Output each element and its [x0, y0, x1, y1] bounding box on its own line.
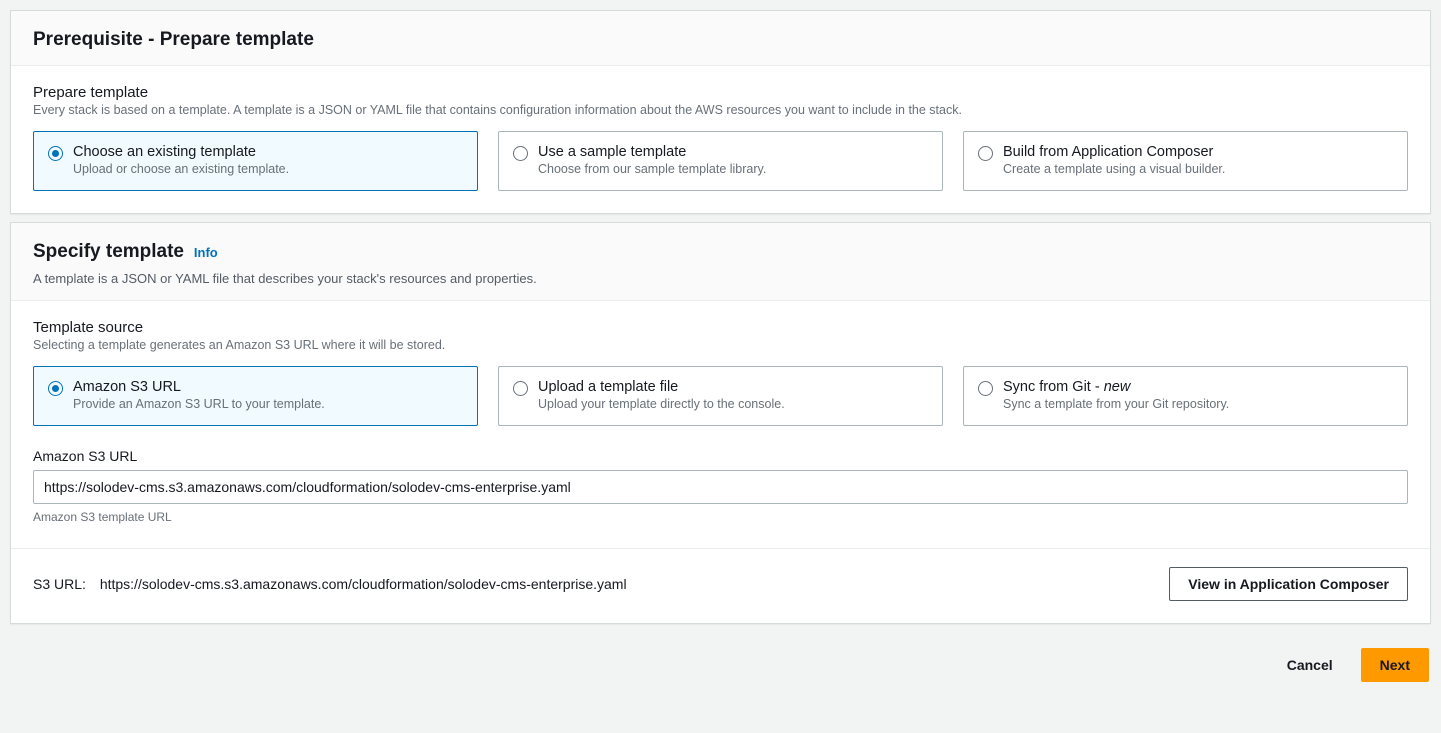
view-in-composer-button[interactable]: View in Application Composer: [1169, 567, 1408, 601]
panel-header: Specify template Info A template is a JS…: [11, 223, 1430, 301]
info-link[interactable]: Info: [194, 245, 218, 260]
s3-url-hint: Amazon S3 template URL: [33, 510, 1408, 524]
option-s3-url[interactable]: Amazon S3 URL Provide an Amazon S3 URL t…: [33, 366, 478, 426]
option-sub: Create a template using a visual builder…: [1003, 162, 1225, 176]
radio-icon: [978, 381, 993, 396]
radio-icon: [513, 381, 528, 396]
wizard-footer: Cancel Next: [2, 632, 1439, 694]
cancel-button[interactable]: Cancel: [1269, 648, 1351, 682]
prepare-template-desc: Every stack is based on a template. A te…: [33, 103, 1408, 117]
prepare-template-label: Prepare template: [33, 84, 1408, 101]
option-sub: Upload your template directly to the con…: [538, 397, 785, 411]
option-title: Use a sample template: [538, 144, 766, 160]
prerequisite-panel: Prerequisite - Prepare template Prepare …: [10, 10, 1431, 214]
panel-title: Specify template: [33, 241, 184, 262]
s3-url-field-label: Amazon S3 URL: [33, 448, 1408, 464]
s3-url-input[interactable]: [33, 470, 1408, 504]
radio-icon: [513, 146, 528, 161]
option-sub: Upload or choose an existing template.: [73, 162, 289, 176]
panel-title: Prerequisite - Prepare template: [33, 29, 314, 50]
radio-icon: [978, 146, 993, 161]
s3-label: S3 URL:: [33, 576, 86, 592]
specify-template-panel: Specify template Info A template is a JS…: [10, 222, 1431, 624]
option-title: Choose an existing template: [73, 144, 289, 160]
next-button[interactable]: Next: [1361, 648, 1429, 682]
s3-url-value: https://solodev-cms.s3.amazonaws.com/clo…: [100, 576, 627, 592]
panel-body: Template source Selecting a template gen…: [11, 301, 1430, 623]
divider: [11, 548, 1430, 549]
panel-header: Prerequisite - Prepare template: [11, 11, 1430, 66]
s3-url-field-block: Amazon S3 URL Amazon S3 template URL: [33, 448, 1408, 524]
option-sample-template[interactable]: Use a sample template Choose from our sa…: [498, 131, 943, 191]
option-sub: Sync a template from your Git repository…: [1003, 397, 1229, 411]
option-title: Build from Application Composer: [1003, 144, 1225, 160]
prepare-template-options: Choose an existing template Upload or ch…: [33, 131, 1408, 191]
option-title: Sync from Git - new: [1003, 379, 1229, 395]
panel-subtext: A template is a JSON or YAML file that d…: [33, 271, 1408, 286]
radio-icon: [48, 381, 63, 396]
option-sub: Choose from our sample template library.: [538, 162, 766, 176]
s3-summary-row: S3 URL: https://solodev-cms.s3.amazonaws…: [33, 567, 1408, 601]
option-upload-file[interactable]: Upload a template file Upload your templ…: [498, 366, 943, 426]
radio-icon: [48, 146, 63, 161]
option-title: Upload a template file: [538, 379, 785, 395]
option-application-composer[interactable]: Build from Application Composer Create a…: [963, 131, 1408, 191]
template-source-options: Amazon S3 URL Provide an Amazon S3 URL t…: [33, 366, 1408, 426]
template-source-label: Template source: [33, 319, 1408, 336]
panel-body: Prepare template Every stack is based on…: [11, 66, 1430, 213]
s3-summary-text: S3 URL: https://solodev-cms.s3.amazonaws…: [33, 576, 627, 592]
option-title: Amazon S3 URL: [73, 379, 325, 395]
template-source-desc: Selecting a template generates an Amazon…: [33, 338, 1408, 352]
option-choose-existing[interactable]: Choose an existing template Upload or ch…: [33, 131, 478, 191]
option-sync-git[interactable]: Sync from Git - new Sync a template from…: [963, 366, 1408, 426]
option-sub: Provide an Amazon S3 URL to your templat…: [73, 397, 325, 411]
